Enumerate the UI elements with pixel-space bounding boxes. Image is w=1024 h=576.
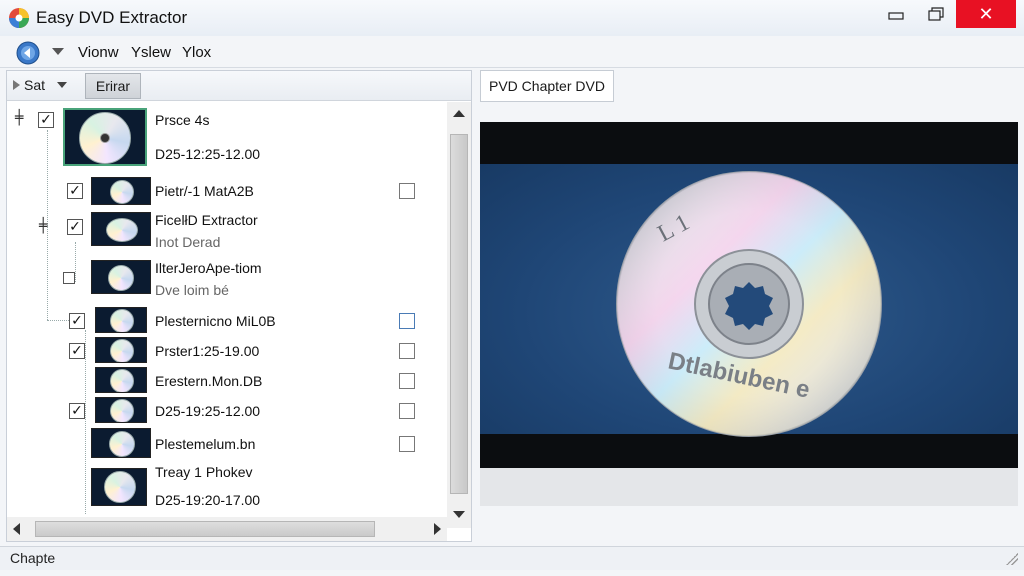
nav-dropdown-icon[interactable] (52, 48, 64, 55)
scroll-down-icon[interactable] (453, 511, 465, 518)
resize-grip-icon[interactable] (1006, 553, 1018, 565)
disc-icon (110, 399, 134, 422)
chapter-title: Pietr/-1 MatA2B (155, 183, 254, 199)
dvd-disc-icon: L 1 Dtlabiuben e (616, 171, 882, 437)
maximize-button[interactable] (922, 0, 950, 28)
list-item[interactable]: ✓ Prster1:25-19.00 (7, 336, 447, 366)
chapter-thumbnail (95, 307, 147, 333)
menu-item-view[interactable]: Vionw (78, 44, 119, 61)
disc-icon (110, 180, 134, 204)
disc-icon (110, 339, 134, 362)
chapter-thumbnail (95, 367, 147, 393)
scroll-left-icon[interactable] (13, 523, 20, 535)
disc-icon (110, 369, 134, 392)
disc-hole (100, 133, 110, 143)
disc-icon (106, 218, 138, 242)
list-item[interactable]: Plestemelum.bn (7, 426, 447, 462)
status-text: Chapte (10, 550, 56, 566)
chapter-thumbnail (91, 468, 147, 506)
horizontal-scrollbar[interactable] (7, 517, 447, 541)
chapter-title: Plestemelum.bn (155, 436, 256, 452)
chapter-thumbnail (95, 337, 147, 363)
row-checkbox[interactable]: ✓ (67, 219, 83, 235)
row-checkbox[interactable]: ✓ (67, 183, 83, 199)
expand-icon[interactable]: ╪ (39, 218, 47, 234)
window-title: Easy DVD Extractor (36, 8, 188, 27)
title-bar: Easy DVD Extractor ✕ (0, 0, 1024, 36)
row-select-checkbox[interactable] (399, 183, 415, 199)
list-item[interactable]: ╪ ✓ Prsce 4s D25-12:25-12.00 (7, 106, 447, 168)
list-item[interactable]: Treay 1 Phokev D25-19:20-17.00 (7, 464, 447, 510)
row-select-checkbox[interactable] (399, 313, 415, 329)
scroll-thumb[interactable] (35, 521, 375, 537)
chapter-thumbnail (95, 397, 147, 423)
list-item[interactable]: ✓ Plesternicno MiL0B (7, 306, 447, 336)
chapter-thumbnail (91, 428, 151, 458)
chapter-time: D25-19:20-17.00 (155, 492, 261, 508)
list-item[interactable]: IlterJeroApe-tiom Dve loim bé (7, 258, 447, 302)
chapter-thumbnail (91, 260, 151, 294)
set-dropdown[interactable]: Sat (13, 77, 68, 93)
tab-chapter-preview[interactable]: PVD Chapter DVD (480, 70, 614, 102)
close-button[interactable]: ✕ (956, 0, 1016, 28)
chapter-time: D25-12:25-12.00 (155, 146, 261, 162)
video-preview[interactable]: L 1 Dtlabiuben e (480, 122, 1018, 468)
chapter-thumbnail (91, 212, 151, 246)
app-logo-icon (9, 8, 29, 28)
scroll-right-icon[interactable] (434, 523, 441, 535)
chapter-thumbnail (63, 108, 147, 166)
vertical-scrollbar[interactable] (447, 102, 471, 528)
menu-item-yslew[interactable]: Yslew (131, 44, 171, 61)
chapter-title: FicelłD Extractor (155, 212, 258, 228)
close-icon: ✕ (978, 3, 994, 25)
row-select-checkbox[interactable] (399, 403, 415, 419)
menu-bar: Vionw Yslew Ylox (0, 38, 1024, 68)
app-window: Easy DVD Extractor ✕ Vionw Yslew Ylox Sa… (0, 0, 1024, 576)
preview-pane: PVD Chapter DVD L 1 Dtlabiuben e (476, 70, 1018, 542)
chapter-subtitle: Inot Derad (155, 234, 221, 250)
play-icon (13, 80, 20, 90)
set-label: Sat (24, 77, 46, 93)
preview-footer (480, 468, 1018, 506)
expand-icon[interactable]: ╪ (15, 110, 23, 126)
chapter-title: D25-19:25-12.00 (155, 403, 261, 419)
left-toolbar: Sat Erirar (7, 71, 471, 101)
extract-button[interactable]: Erirar (85, 73, 141, 99)
disc-icon (110, 309, 134, 332)
row-checkbox[interactable]: ✓ (69, 313, 85, 329)
list-item[interactable]: Erestern.Mon.DB (7, 366, 447, 396)
chapter-tree: ╪ ✓ Prsce 4s D25-12:25-12.00 ✓ Pietr/-1 … (7, 102, 447, 514)
row-checkbox[interactable]: ✓ (69, 403, 85, 419)
disc-icon (109, 431, 135, 457)
chapter-title: Prster1:25-19.00 (155, 343, 260, 359)
chapter-title: Treay 1 Phokev (155, 464, 253, 480)
chapter-title: Erestern.Mon.DB (155, 373, 263, 389)
row-checkbox[interactable]: ✓ (69, 343, 85, 359)
disc-icon (108, 265, 134, 291)
scroll-thumb[interactable] (450, 134, 468, 494)
maximize-icon (928, 7, 944, 21)
chapter-thumbnail (91, 177, 151, 205)
minimize-icon (888, 12, 904, 20)
list-item[interactable]: ✓ Pietr/-1 MatA2B (7, 176, 447, 206)
chapter-subtitle: Dve loim bé (155, 282, 229, 298)
chapter-list-pane: Sat Erirar ╪ ✓ Prsce 4s D25-12:25-12.00 (6, 70, 472, 542)
status-bar: Chapte (0, 546, 1024, 570)
chapter-title: Prsce 4s (155, 112, 210, 128)
row-checkbox[interactable]: ✓ (38, 112, 54, 128)
chapter-title: Plesternicno MiL0B (155, 313, 276, 329)
scroll-up-icon[interactable] (453, 110, 465, 117)
row-select-checkbox[interactable] (399, 343, 415, 359)
minimize-button[interactable] (882, 0, 910, 28)
menu-item-ylox[interactable]: Ylox (182, 44, 211, 61)
row-select-checkbox[interactable] (399, 436, 415, 452)
list-item[interactable]: ✓ D25-19:25-12.00 (7, 396, 447, 426)
chevron-down-icon (57, 82, 68, 88)
row-checkbox[interactable] (63, 272, 75, 284)
back-orb-icon[interactable] (16, 41, 40, 65)
disc-icon (104, 471, 136, 503)
chapter-title: IlterJeroApe-tiom (155, 260, 262, 276)
list-item[interactable]: ╪ ✓ FicelłD Extractor Inot Derad (7, 210, 447, 254)
row-select-checkbox[interactable] (399, 373, 415, 389)
